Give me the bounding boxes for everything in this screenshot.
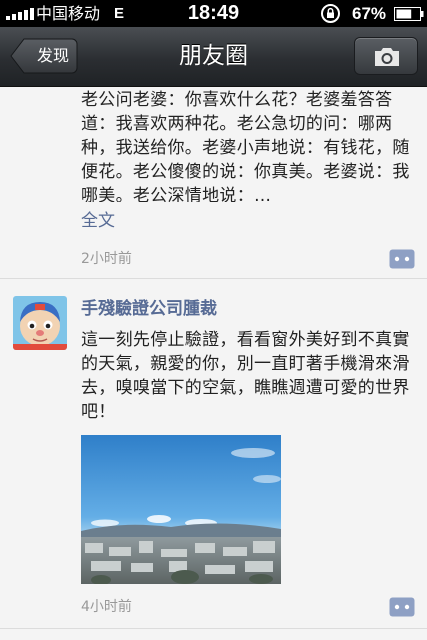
expand-full-text-link[interactable]: 全文 [81,209,115,233]
post-text: 老公问老婆：你喜欢什么花？老婆羞答答道：我喜欢两种花。老公急切的问：哪两种，我送… [81,90,410,202]
camera-button[interactable] [354,37,418,75]
camera-icon [375,48,399,66]
user-avatar[interactable] [13,296,67,350]
cartoon-avatar-icon [13,296,67,350]
battery-icon [394,7,424,21]
post-text: 這一刻先停止驗證，看看窗外美好到不真實的天氣，親愛的你，別一直盯著手機滑來滑去，… [81,330,410,422]
battery-percentage: 67% [352,4,387,23]
post-divider [0,278,427,279]
status-bar: 中国移动 E 18:49 67% [0,0,427,27]
comment-icon[interactable] [389,249,415,269]
post-divider [0,628,427,629]
navigation-bar: 发现 朋友圈 [0,27,427,87]
rotation-lock-icon [321,4,340,23]
comment-icon[interactable] [389,597,415,617]
post-photo[interactable] [81,435,281,584]
post-time: 4小时前 [81,599,132,615]
moments-feed[interactable]: 老公问老婆：你喜欢什么花？老婆羞答答道：我喜欢两种花。老公急切的问：哪两种，我送… [0,88,427,640]
post-author[interactable]: 手殘驗證公司腫裁 [81,298,217,320]
city-sky-photo [81,435,281,584]
post-time: 2小时前 [81,251,132,267]
